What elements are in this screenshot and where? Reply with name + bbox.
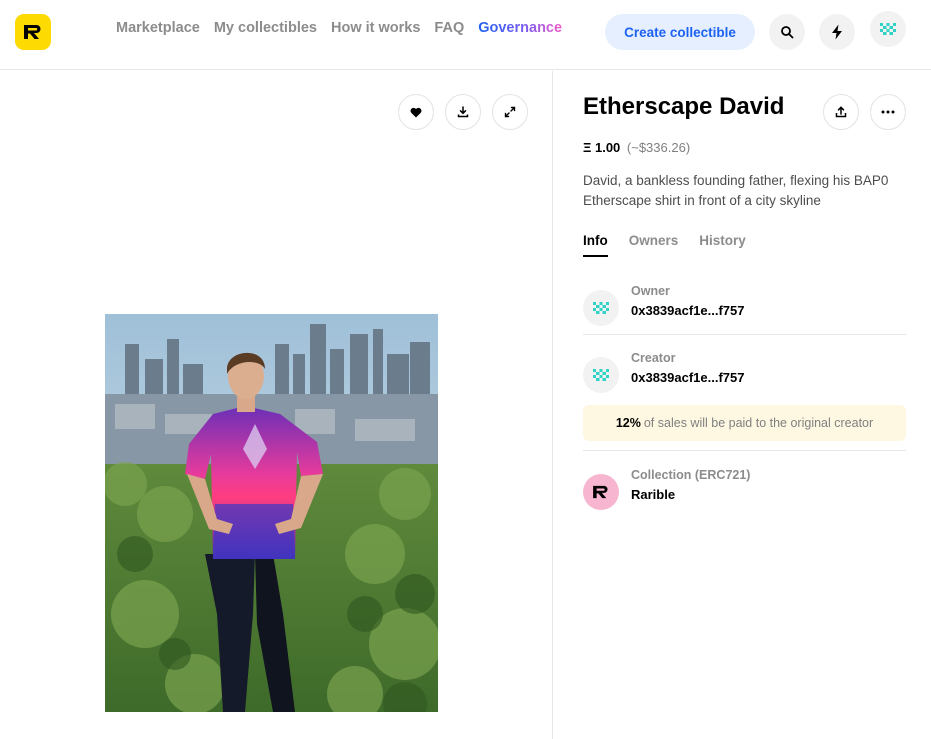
- nft-photo-illustration: [105, 314, 438, 712]
- tab-history[interactable]: History: [699, 233, 746, 257]
- creator-address[interactable]: 0x3839acf1e...f757: [631, 370, 744, 385]
- nft-image[interactable]: [105, 314, 438, 712]
- search-icon: [781, 26, 794, 39]
- royalty-text: of sales will be paid to the original cr…: [643, 416, 874, 430]
- royalty-percent: 12%: [615, 416, 641, 430]
- owner-avatar[interactable]: [583, 290, 619, 326]
- owner-label: Owner: [631, 284, 670, 298]
- price-usd: (~$336.26): [626, 140, 691, 155]
- top-header: Marketplace My collectibles How it works…: [0, 0, 931, 70]
- more-icon: [881, 110, 895, 114]
- download-button[interactable]: [445, 94, 481, 130]
- search-button[interactable]: [769, 14, 805, 50]
- tab-owners[interactable]: Owners: [629, 233, 679, 257]
- creator-row[interactable]: Creator 0x3839acf1e...f757: [583, 351, 906, 411]
- collection-name[interactable]: Rarible: [631, 487, 675, 502]
- download-icon: [457, 106, 469, 118]
- main-nav: Marketplace My collectibles How it works…: [116, 20, 562, 36]
- royalty-notice: 12% of sales will be paid to the origina…: [583, 405, 906, 441]
- expand-icon: [504, 106, 516, 118]
- nav-faq[interactable]: FAQ: [434, 20, 464, 36]
- item-title: Etherscape David: [583, 93, 785, 120]
- owner-address[interactable]: 0x3839acf1e...f757: [631, 303, 744, 318]
- detail-tabs: Info Owners History: [583, 233, 746, 257]
- activity-button[interactable]: [819, 14, 855, 50]
- avatar-pattern-icon: [880, 23, 896, 35]
- more-options-button[interactable]: [870, 94, 906, 130]
- create-collectible-button[interactable]: Create collectible: [605, 14, 755, 50]
- creator-label: Creator: [631, 351, 676, 365]
- rarible-logo[interactable]: [15, 14, 51, 50]
- share-icon: [835, 106, 847, 118]
- avatar-pattern-icon: [593, 302, 609, 314]
- user-avatar-button[interactable]: [870, 11, 906, 47]
- fullscreen-button[interactable]: [492, 94, 528, 130]
- nav-my-collectibles[interactable]: My collectibles: [214, 20, 317, 36]
- item-price: Ξ 1.00 (~$336.26): [583, 140, 690, 155]
- collection-avatar[interactable]: [583, 474, 619, 510]
- price-eth: Ξ 1.00: [583, 140, 621, 155]
- divider: [583, 334, 906, 335]
- nav-governance[interactable]: Governance: [478, 20, 562, 36]
- tab-info[interactable]: Info: [583, 233, 608, 257]
- collection-row[interactable]: Collection (ERC721) Rarible: [583, 468, 906, 528]
- nav-how-it-works[interactable]: How it works: [331, 20, 420, 36]
- avatar-pattern-icon: [593, 369, 609, 381]
- like-button[interactable]: [398, 94, 434, 130]
- heart-icon: [410, 107, 422, 117]
- owner-row[interactable]: Owner 0x3839acf1e...f757: [583, 284, 906, 344]
- creator-avatar[interactable]: [583, 357, 619, 393]
- divider: [583, 450, 906, 451]
- lightning-icon: [832, 24, 842, 40]
- collection-label: Collection (ERC721): [631, 468, 751, 482]
- nav-marketplace[interactable]: Marketplace: [116, 20, 200, 36]
- rarible-logo-icon: [593, 485, 608, 499]
- item-description: David, a bankless founding father, flexi…: [583, 173, 889, 208]
- share-button[interactable]: [823, 94, 859, 130]
- media-pane: [0, 71, 553, 739]
- logo-r-icon: [24, 25, 41, 39]
